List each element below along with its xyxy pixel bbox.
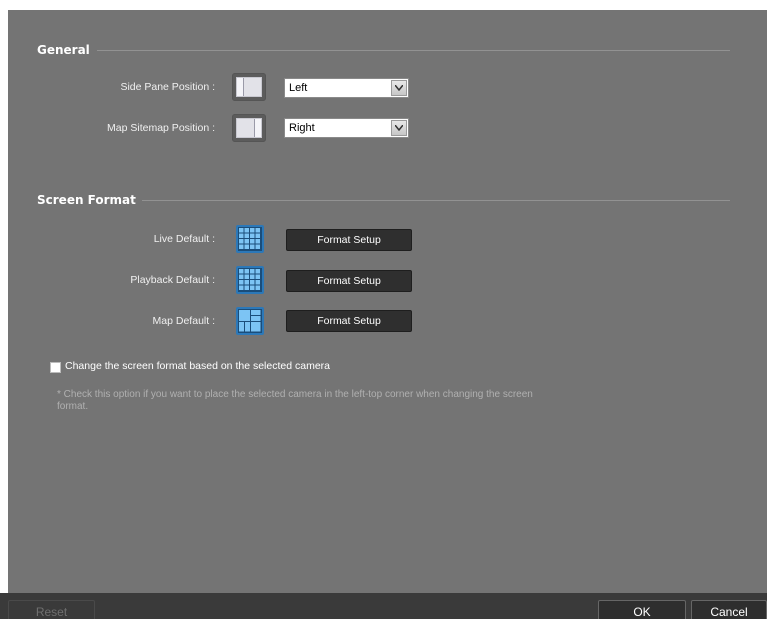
side-pane-position-select[interactable]: Left [284,78,409,98]
side-pane-preview-icon [232,73,266,101]
live-default-label: Live Default : [153,233,215,245]
map-sitemap-position-value: Right [289,122,315,134]
playback-grid-layout-icon[interactable] [236,266,264,294]
playback-format-setup-button[interactable]: Format Setup [286,270,412,292]
map-sitemap-position-label: Map Sitemap Position : [107,122,215,134]
playback-default-label: Playback Default : [130,274,215,286]
map-sitemap-position-select[interactable]: Right [284,118,409,138]
change-format-checkbox[interactable] [50,362,61,373]
map-sitemap-preview-icon [232,114,266,142]
side-pane-position-value: Left [289,82,308,94]
ok-button[interactable]: OK [598,600,686,619]
map-sitemap-thumb [236,118,262,138]
change-format-checkbox-label[interactable]: Change the screen format based on the se… [65,360,330,372]
map-default-label: Map Default : [152,315,215,327]
general-section-title: General [37,43,90,57]
chevron-down-icon[interactable] [391,120,407,136]
reset-button[interactable]: Reset [8,600,95,619]
side-pane-thumb [236,77,262,97]
chevron-down-icon[interactable] [391,80,407,96]
screen-format-divider [142,200,730,201]
change-format-note: * Check this option if you want to place… [57,389,533,412]
map-grid-layout-icon[interactable] [236,307,264,335]
live-grid-layout-icon[interactable] [236,225,264,253]
side-pane-position-label: Side Pane Position : [120,81,215,93]
cancel-button[interactable]: Cancel [691,600,767,619]
screen-format-section-title: Screen Format [37,193,136,207]
general-divider [97,50,730,51]
live-format-setup-button[interactable]: Format Setup [286,229,412,251]
map-format-setup-button[interactable]: Format Setup [286,310,412,332]
